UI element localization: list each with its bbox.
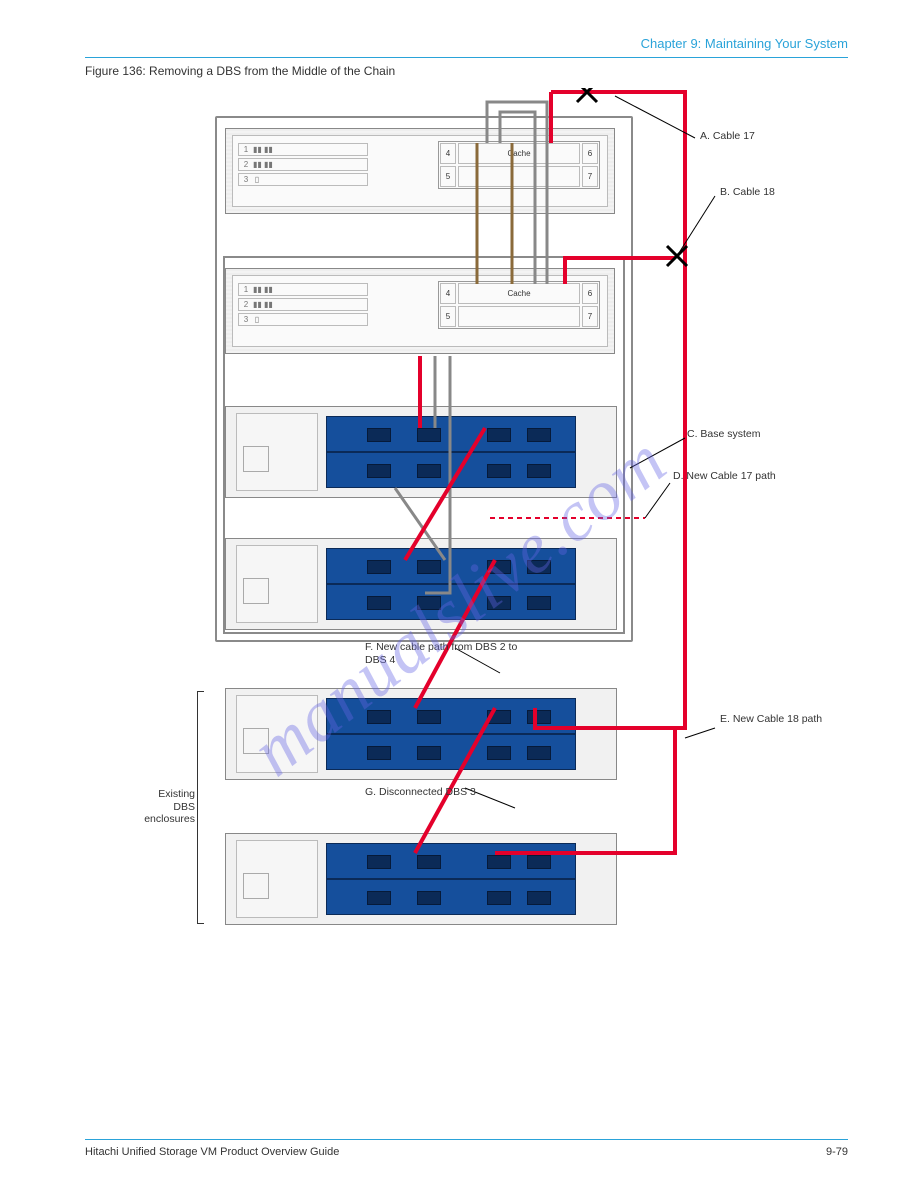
label-c: C. Base system [687, 428, 761, 441]
bracket-icon [197, 691, 204, 924]
label-e: E. New Cable 18 path [720, 713, 840, 726]
label-a: A. Cable 17 [700, 130, 755, 143]
label-g: G. Disconnected DBS 3 [365, 786, 535, 799]
label-f: F. New cable path from DBS 2 to DBS 4 [365, 641, 535, 666]
page-number: 9-79 [826, 1146, 848, 1158]
footer-doc-title: Hitachi Unified Storage VM Product Overv… [85, 1146, 339, 1158]
page-footer: Hitachi Unified Storage VM Product Overv… [85, 1139, 848, 1158]
label-d: D. New Cable 17 path [673, 470, 793, 483]
inner-box [223, 256, 625, 634]
bracket-label: Existing DBS enclosures [143, 788, 195, 826]
dbs-enclosure [225, 688, 617, 780]
chapter-title: Chapter 9: Maintaining Your System [85, 36, 848, 58]
figure-caption: Figure 136: Removing a DBS from the Midd… [85, 64, 848, 78]
cabling-diagram: 1▮▮▮▮ 2▮▮▮▮ 3▯ 4 Cache 6 5 7 1▮▮▮▮ [215, 88, 875, 968]
label-b: B. Cable 18 [720, 186, 775, 199]
dbs-enclosure [225, 833, 617, 925]
